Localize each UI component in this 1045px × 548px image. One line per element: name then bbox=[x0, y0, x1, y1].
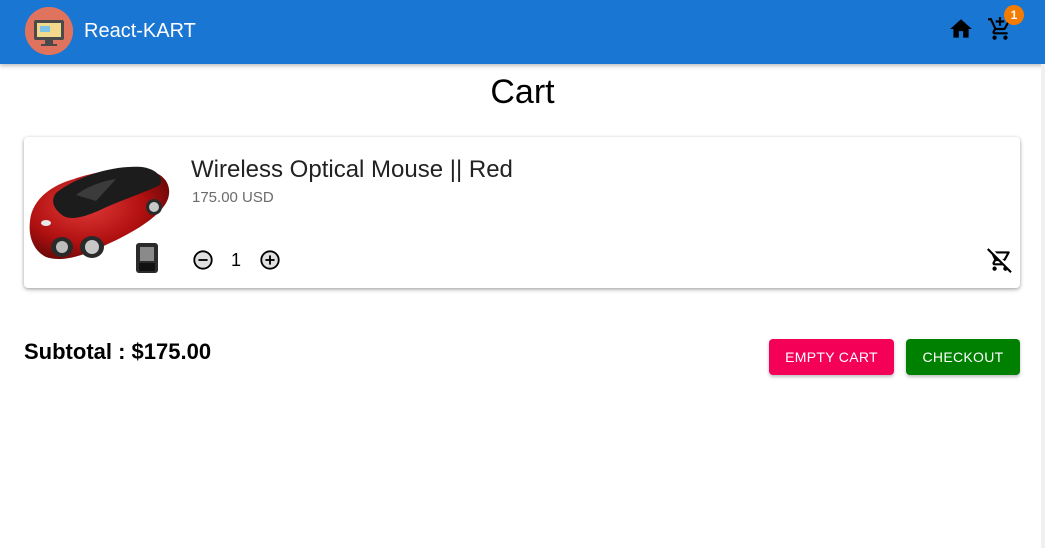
subtotal-text: Subtotal : $175.00 bbox=[24, 339, 212, 364]
product-price: 175.00 USD bbox=[192, 189, 274, 206]
decrease-quantity-icon[interactable] bbox=[192, 249, 214, 271]
scrollbar[interactable] bbox=[1041, 64, 1045, 548]
product-name[interactable]: Wireless Optical Mouse || Red bbox=[191, 155, 513, 185]
cart-item-card: Wireless Optical Mouse || Red 175.00 USD… bbox=[24, 137, 1020, 288]
remove-from-cart-icon[interactable] bbox=[987, 247, 1013, 273]
quantity-value: 1 bbox=[230, 250, 241, 270]
product-image bbox=[26, 151, 176, 283]
brand-title[interactable]: React-KART bbox=[84, 19, 196, 43]
empty-cart-button[interactable]: EMPTY CART bbox=[769, 339, 894, 375]
home-icon[interactable] bbox=[948, 16, 974, 42]
page-title: Cart bbox=[490, 73, 555, 111]
app-bar: React-KART 1 bbox=[0, 0, 1045, 64]
increase-quantity-icon[interactable] bbox=[259, 249, 281, 271]
cart-count-badge: 1 bbox=[1004, 5, 1024, 25]
checkout-button[interactable]: CHECKOUT bbox=[906, 339, 1020, 375]
logo-icon[interactable] bbox=[25, 7, 73, 55]
